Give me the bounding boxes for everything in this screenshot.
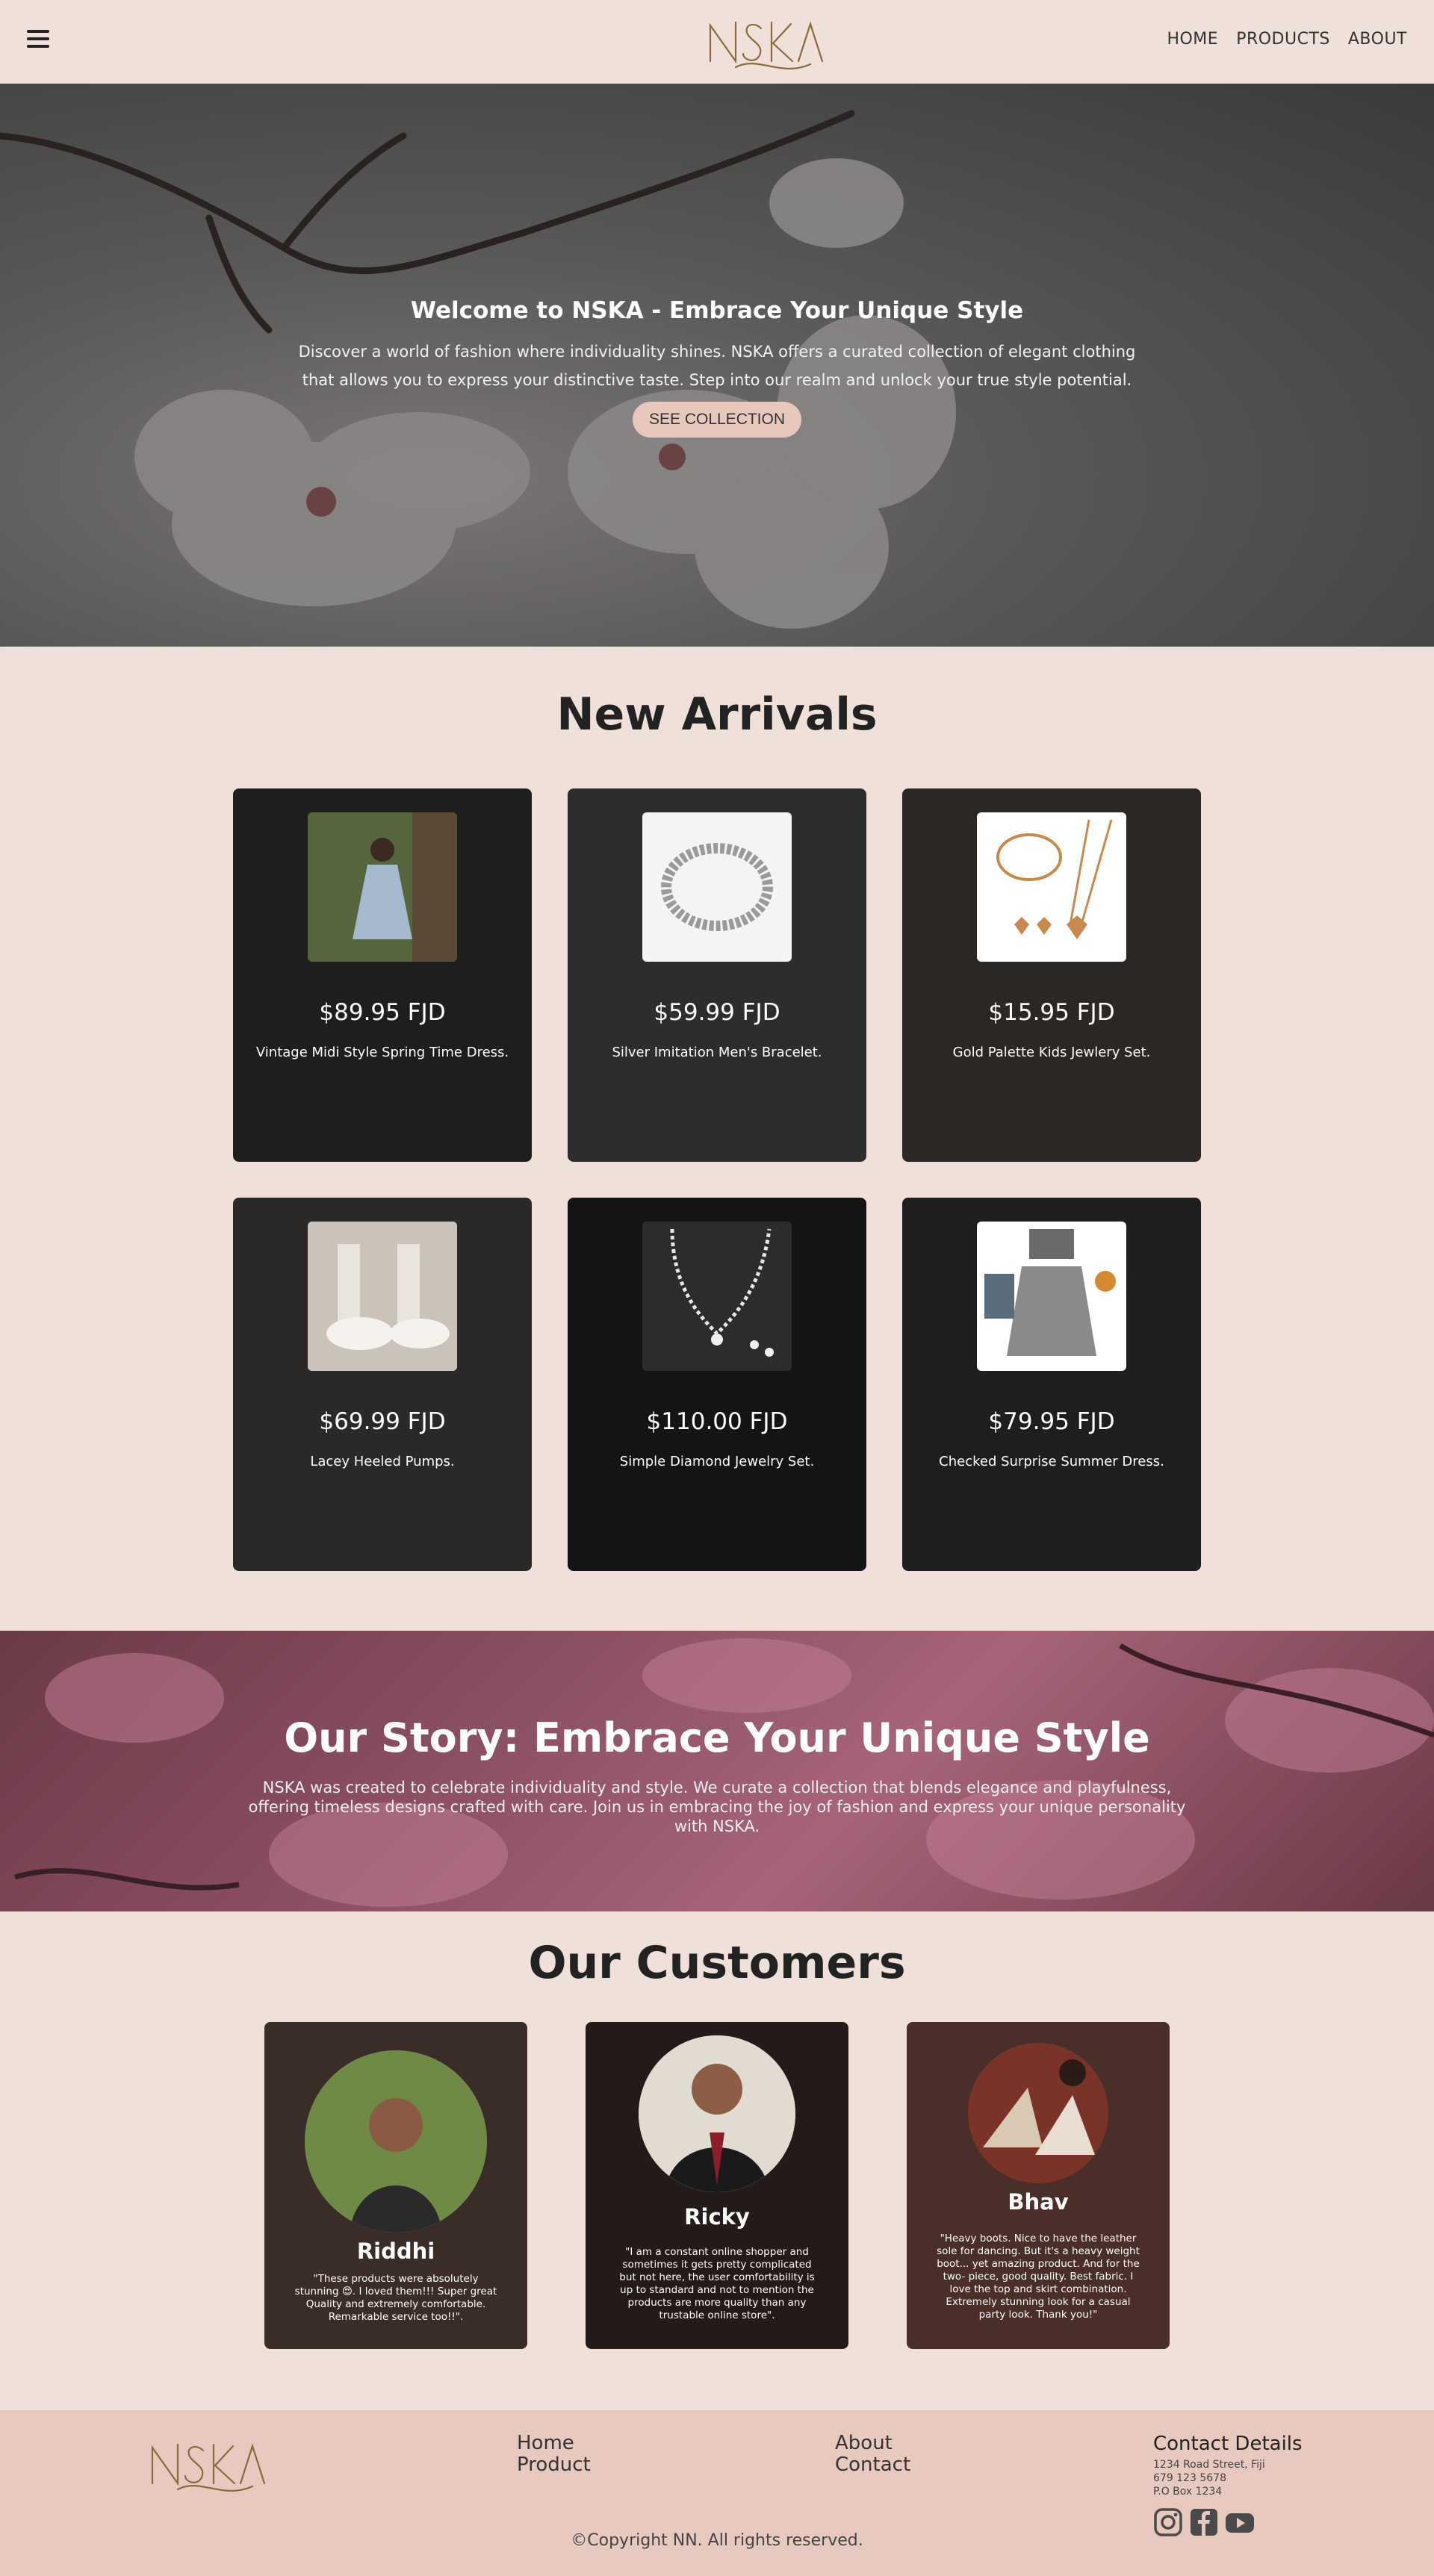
customer-name: Bhav	[1008, 2189, 1069, 2215]
product-name: Simple Diamond Jewelry Set.	[619, 1454, 815, 1469]
footer-product-link[interactable]: Product	[517, 2454, 591, 2476]
customer-name: Riddhi	[356, 2239, 435, 2264]
customer-card: Riddhi "These products were absolutely s…	[264, 2022, 527, 2349]
nav-home[interactable]: HOME	[1167, 30, 1218, 49]
product-name: Checked Surprise Summer Dress.	[939, 1454, 1164, 1469]
product-image	[977, 812, 1126, 962]
nav-products[interactable]: PRODUCTS	[1236, 30, 1330, 49]
contact-details: Contact Details 1234 Road Street, Fiji 6…	[1153, 2433, 1303, 2537]
hero-content: Welcome to NSKA - Embrace Your Unique St…	[0, 297, 1434, 438]
product-card[interactable]: $89.95 FJD Vintage Midi Style Spring Tim…	[233, 788, 532, 1162]
footer-links-col-1: Home Product	[517, 2433, 591, 2476]
story-content: Our Story: Embrace Your Unique Style NSK…	[0, 1714, 1434, 1836]
nav-about[interactable]: ABOUT	[1348, 30, 1407, 49]
footer-about-link[interactable]: About	[835, 2433, 910, 2454]
new-arrivals-title: New Arrivals	[556, 688, 878, 741]
product-price: $15.95 FJD	[988, 999, 1115, 1026]
customer-quote: "These products were absolutely stunning…	[294, 2273, 497, 2323]
customer-name: Ricky	[684, 2204, 750, 2230]
product-card[interactable]: $79.95 FJD Checked Surprise Summer Dress…	[902, 1198, 1201, 1571]
hero-title: Welcome to NSKA - Embrace Your Unique St…	[410, 297, 1024, 324]
product-price: $69.99 FJD	[319, 1408, 446, 1435]
our-customers-title: Our Customers	[528, 1937, 906, 1989]
product-name: Lacey Heeled Pumps.	[310, 1454, 455, 1469]
customer-quote: "I am a constant online shopper and some…	[619, 2246, 815, 2321]
product-price: $89.95 FJD	[319, 999, 446, 1026]
contact-po-box: P.O Box 1234	[1153, 2486, 1223, 2498]
hero-description: Discover a world of fashion where indivi…	[298, 343, 1136, 389]
footer: Home Product About Contact Contact Detai…	[0, 2410, 1434, 2576]
contact-address: 1234 Road Street, Fiji	[1153, 2459, 1265, 2471]
hamburger-icon[interactable]	[27, 30, 49, 49]
footer-links-col-2: About Contact	[835, 2433, 910, 2476]
avatar	[968, 2043, 1108, 2183]
product-image	[642, 1222, 792, 1371]
product-card[interactable]: $15.95 FJD Gold Palette Kids Jewlery Set…	[902, 788, 1201, 1162]
footer-home-link[interactable]: Home	[517, 2433, 591, 2454]
nav-links: HOME PRODUCTS ABOUT	[1167, 30, 1407, 49]
product-card[interactable]: $69.99 FJD Lacey Heeled Pumps.	[233, 1198, 532, 1571]
product-card[interactable]: $59.99 FJD Silver Imitation Men's Bracel…	[568, 788, 866, 1162]
avatar	[305, 2050, 487, 2233]
brand-logo[interactable]	[706, 6, 825, 78]
our-story-section: Our Story: Embrace Your Unique Style NSK…	[0, 1631, 1434, 1911]
avatar	[639, 2035, 795, 2192]
contact-phone: 679 123 5678	[1153, 2472, 1226, 2484]
customer-quote: "Heavy boots. Nice to have the leather s…	[937, 2233, 1140, 2321]
product-price: $59.99 FJD	[654, 999, 780, 1026]
copyright-text: ©Copyright NN. All rights reserved.	[571, 2531, 863, 2550]
customer-card: Ricky "I am a constant online shopper an…	[586, 2022, 848, 2349]
product-name: Silver Imitation Men's Bracelet.	[612, 1045, 822, 1060]
story-description: NSKA was created to celebrate individual…	[248, 1779, 1186, 1835]
see-collection-button[interactable]: SEE COLLECTION	[632, 402, 802, 438]
hero-section: Welcome to NSKA - Embrace Your Unique St…	[0, 84, 1434, 647]
product-image	[977, 1222, 1126, 1371]
product-price: $79.95 FJD	[988, 1408, 1115, 1435]
customer-card: Bhav "Heavy boots. Nice to have the leat…	[907, 2022, 1170, 2349]
product-name: Gold Palette Kids Jewlery Set.	[952, 1045, 1151, 1060]
product-card[interactable]: $110.00 FJD Simple Diamond Jewelry Set.	[568, 1198, 866, 1571]
top-navbar: HOME PRODUCTS ABOUT	[0, 0, 1434, 84]
product-image	[642, 812, 792, 962]
product-price: $110.00 FJD	[646, 1408, 788, 1435]
product-image	[308, 812, 457, 962]
contact-title: Contact Details	[1153, 2433, 1303, 2455]
product-name: Vintage Midi Style Spring Time Dress.	[255, 1045, 509, 1060]
product-image	[308, 1222, 457, 1371]
story-title: Our Story: Embrace Your Unique Style	[284, 1714, 1150, 1761]
footer-logo[interactable]	[148, 2428, 267, 2500]
footer-contact-link[interactable]: Contact	[835, 2454, 910, 2476]
